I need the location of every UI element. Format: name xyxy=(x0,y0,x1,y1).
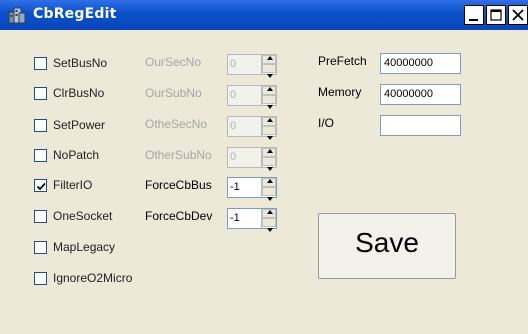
checkbox-label: SetBusNo xyxy=(53,56,108,70)
arrow-down-icon xyxy=(267,74,273,78)
checkbox-label: FilterIO xyxy=(53,178,93,192)
memory-value[interactable]: 40000000 xyxy=(384,88,433,100)
spin-up-button[interactable] xyxy=(262,117,276,126)
minimize-icon xyxy=(469,19,478,21)
othesecno-spinner[interactable]: 0 xyxy=(227,116,277,140)
forcecbbus-spinner[interactable]: -1 xyxy=(227,177,277,201)
othersubno-label: OtherSubNo xyxy=(145,148,212,162)
arrow-up-icon xyxy=(267,118,273,122)
forcecbdev-label: ForceCbDev xyxy=(145,209,213,223)
checkbox-box[interactable] xyxy=(34,87,47,100)
oursubno-label: OurSubNo xyxy=(145,86,202,100)
checkbox-box[interactable] xyxy=(34,179,47,192)
checkbox-box[interactable] xyxy=(34,57,47,70)
spin-down-button[interactable] xyxy=(262,64,276,78)
spin-up-button[interactable] xyxy=(262,178,276,187)
checkbox-box[interactable] xyxy=(34,149,47,162)
spin-up-button[interactable] xyxy=(262,209,276,218)
spinner-value[interactable]: -1 xyxy=(230,181,240,193)
spin-down-button[interactable] xyxy=(262,157,276,171)
spinner-value[interactable]: 0 xyxy=(230,151,236,163)
checkbox-box[interactable] xyxy=(34,119,47,132)
spin-up-button[interactable] xyxy=(262,148,276,157)
spin-down-button[interactable] xyxy=(262,187,276,201)
close-button[interactable] xyxy=(508,5,528,25)
checkbox-box[interactable] xyxy=(34,241,47,254)
arrow-down-icon xyxy=(267,167,273,171)
title-bar[interactable]: CbRegEdit xyxy=(0,0,528,30)
othesecno-label: OtheSecNo xyxy=(145,117,208,131)
checkbox-label: NoPatch xyxy=(53,148,100,162)
arrow-up-icon xyxy=(267,149,273,153)
spin-up-button[interactable] xyxy=(262,55,276,64)
checkbox-label: ClrBusNo xyxy=(53,86,105,100)
checkbox-box[interactable] xyxy=(34,272,47,285)
spin-up-button[interactable] xyxy=(262,86,276,95)
prefetch-label: PreFetch xyxy=(318,54,367,68)
arrow-down-icon xyxy=(267,136,273,140)
spinner-value[interactable]: 0 xyxy=(230,58,236,70)
arrow-up-icon xyxy=(267,56,273,60)
forcecbdev-spinner[interactable]: -1 xyxy=(227,208,277,232)
arrow-down-icon xyxy=(267,105,273,109)
dialog-client-area: SetBusNo ClrBusNo SetPower NoPatch Filte… xyxy=(0,30,528,334)
arrow-down-icon xyxy=(267,228,273,232)
forcecbbus-label: ForceCbBus xyxy=(145,178,212,192)
maximize-icon xyxy=(490,9,502,21)
registry-app-icon xyxy=(8,7,26,24)
minimize-button[interactable] xyxy=(464,5,484,25)
spinner-value[interactable]: 0 xyxy=(230,89,236,101)
window-title: CbRegEdit xyxy=(33,6,117,22)
prefetch-value[interactable]: 40000000 xyxy=(384,57,433,69)
save-button-label: Save xyxy=(355,227,419,258)
oursecno-spinner[interactable]: 0 xyxy=(227,54,277,78)
arrow-down-icon xyxy=(267,197,273,201)
maximize-button[interactable] xyxy=(486,5,506,25)
checkbox-label: SetPower xyxy=(53,118,106,132)
spin-down-button[interactable] xyxy=(262,126,276,140)
spinner-value[interactable]: -1 xyxy=(230,212,240,224)
arrow-up-icon xyxy=(267,87,273,91)
checkbox-box[interactable] xyxy=(34,210,47,223)
spinner-value[interactable]: 0 xyxy=(230,120,236,132)
prefetch-input[interactable]: 40000000 xyxy=(380,53,461,74)
arrow-up-icon xyxy=(267,210,273,214)
checkbox-label: OneSocket xyxy=(53,209,113,223)
othersubno-spinner[interactable]: 0 xyxy=(227,147,277,171)
arrow-up-icon xyxy=(267,179,273,183)
memory-label: Memory xyxy=(318,85,362,99)
checkmark-icon xyxy=(36,182,46,191)
io-label: I/O xyxy=(318,116,335,130)
oursubno-spinner[interactable]: 0 xyxy=(227,85,277,109)
close-icon xyxy=(512,9,524,21)
checkbox-label: MapLegacy xyxy=(53,240,116,254)
oursecno-label: OurSecNo xyxy=(145,55,202,69)
spin-down-button[interactable] xyxy=(262,95,276,109)
spin-down-button[interactable] xyxy=(262,218,276,232)
save-button[interactable]: Save xyxy=(318,213,456,279)
checkbox-label: IgnoreO2Micro xyxy=(53,271,133,285)
io-input[interactable] xyxy=(380,115,461,136)
memory-input[interactable]: 40000000 xyxy=(380,84,461,105)
